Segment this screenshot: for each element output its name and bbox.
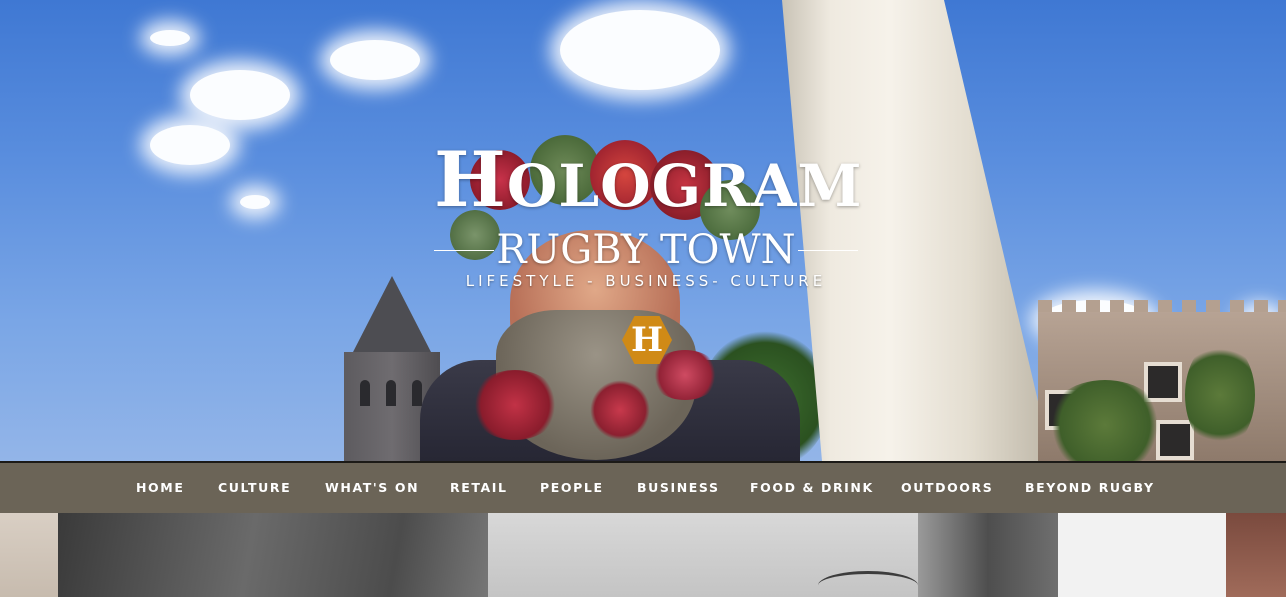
site-logo[interactable]: HOLOGRAM RUGBY TOWN LIFESTYLE - BUSINESS…	[434, 135, 863, 290]
slider-next-image[interactable]	[1226, 513, 1286, 597]
cloud	[330, 40, 420, 80]
cloud	[240, 195, 270, 209]
nav-item-business[interactable]: BUSINESS	[637, 463, 720, 513]
hero-banner: HOLOGRAM RUGBY TOWN LIFESTYLE - BUSINESS…	[0, 0, 1286, 461]
cloud	[560, 10, 720, 90]
featured-portrait-image[interactable]	[58, 513, 1226, 597]
nav-item-home[interactable]: HOME	[136, 463, 184, 513]
nav-item-culture[interactable]: CULTURE	[218, 463, 291, 513]
ivy	[1045, 380, 1165, 461]
main-navigation: HOME CULTURE WHAT'S ON RETAIL PEOPLE BUS…	[0, 461, 1286, 513]
slider-prev-image[interactable]	[0, 513, 58, 597]
site-tagline: LIFESTYLE - BUSINESS- CULTURE	[465, 272, 827, 290]
nav-item-retail[interactable]: RETAIL	[450, 463, 508, 513]
site-title: HOLOGRAM	[434, 135, 863, 224]
cloud	[150, 125, 230, 165]
cloud	[190, 70, 290, 120]
ivy	[1185, 340, 1255, 450]
nav-item-people[interactable]: PEOPLE	[540, 463, 604, 513]
nav-item-outdoors[interactable]: OUTDOORS	[901, 463, 993, 513]
nav-item-whats-on[interactable]: WHAT'S ON	[325, 463, 419, 513]
content-area	[0, 513, 1286, 597]
logo-divider-right	[798, 250, 858, 251]
site-subtitle: RUGBY TOWN	[496, 227, 796, 273]
logo-divider-left	[434, 250, 494, 251]
nav-item-food-drink[interactable]: FOOD & DRINK	[750, 463, 874, 513]
cloud	[150, 30, 190, 46]
nav-item-beyond-rugby[interactable]: BEYOND RUGBY	[1025, 463, 1155, 513]
